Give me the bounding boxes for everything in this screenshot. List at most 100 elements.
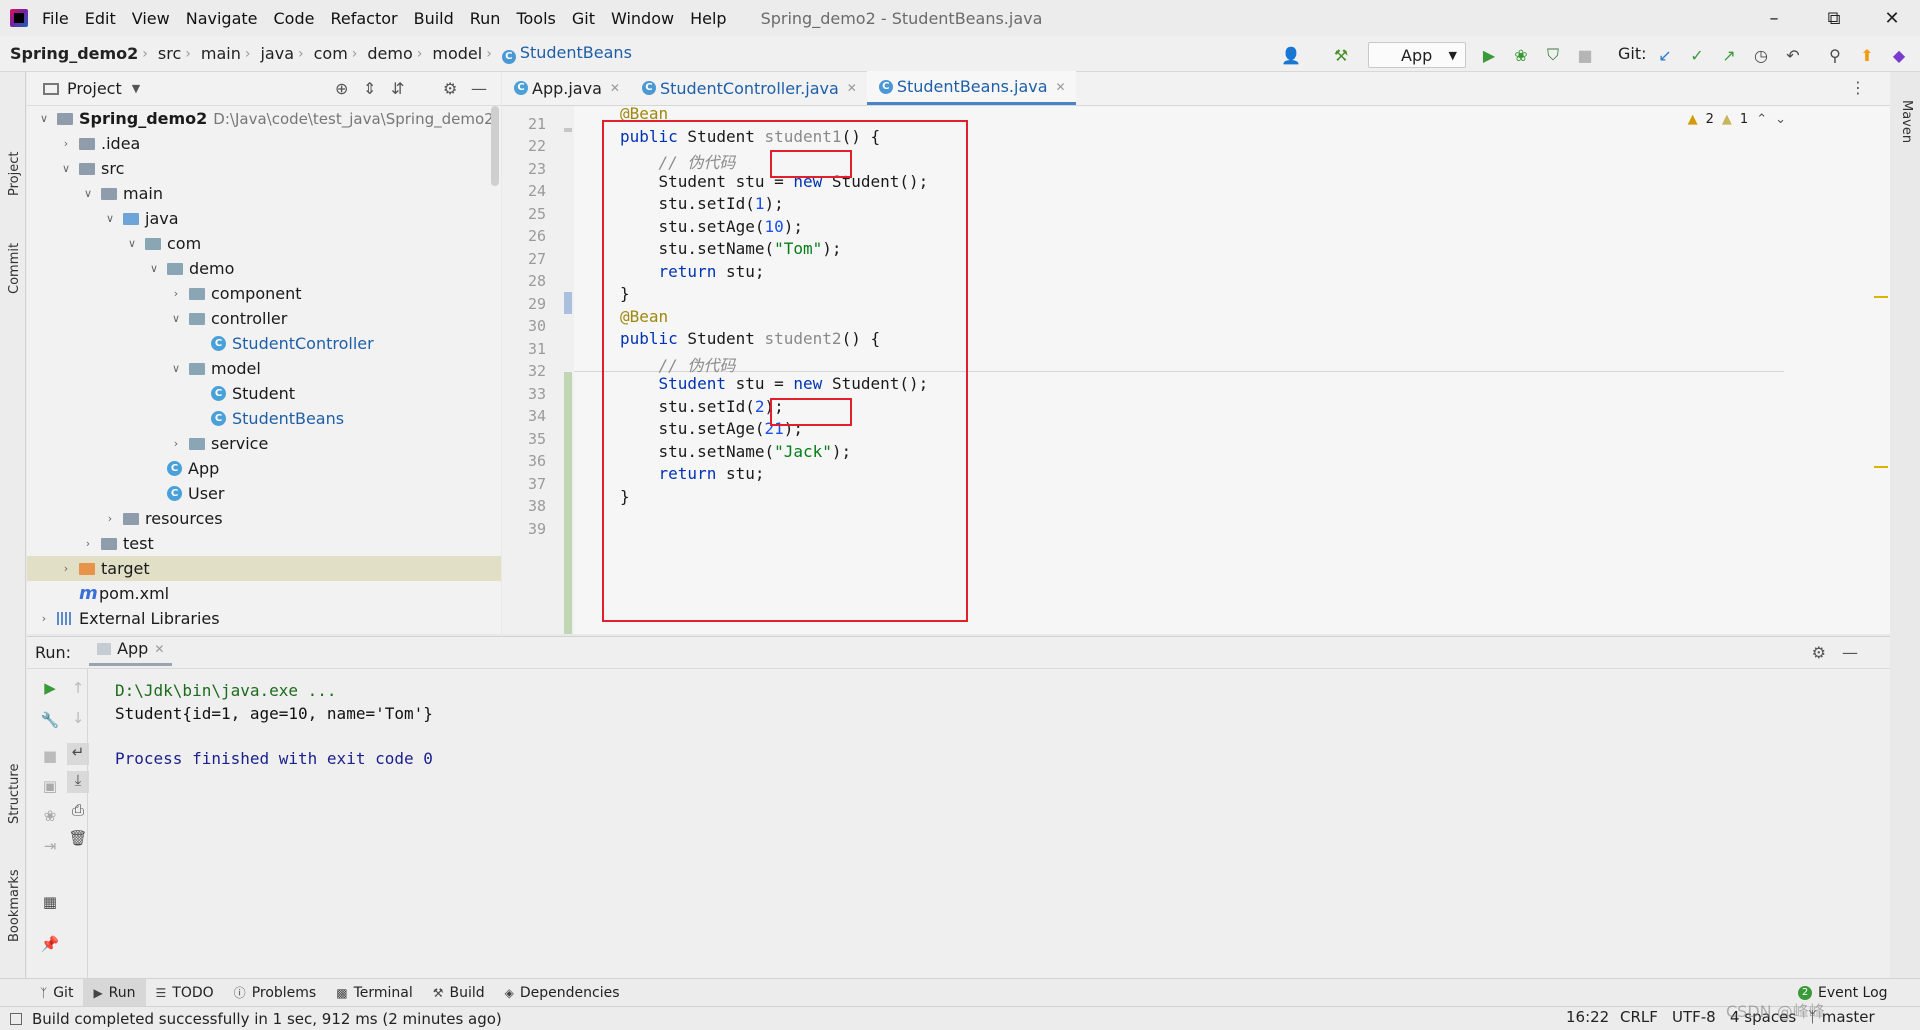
chevron-right-icon[interactable]: › xyxy=(37,612,51,625)
locate-icon[interactable]: ⊕ xyxy=(335,79,348,98)
bookmarks-tool-button[interactable]: Bookmarks xyxy=(7,869,22,942)
tree-item[interactable]: m pom.xml xyxy=(27,581,501,606)
tree-item[interactable]: C StudentBeans xyxy=(27,406,501,431)
layout-icon[interactable]: ▦ xyxy=(39,893,61,915)
down-arrow-icon[interactable]: ↓ xyxy=(67,709,89,731)
print-icon[interactable]: ⎙ xyxy=(67,801,89,823)
error-stripe-mark[interactable] xyxy=(1874,296,1888,298)
tree-item[interactable]: › service xyxy=(27,431,501,456)
scroll-to-end-icon[interactable]: ⤓ xyxy=(67,771,89,793)
expand-all-icon[interactable]: ⇕ xyxy=(363,79,376,98)
run-tool-button[interactable]: ▶ Run xyxy=(83,978,146,1007)
tree-item[interactable]: C App xyxy=(27,456,501,481)
coverage-icon[interactable]: ⛉ xyxy=(1542,44,1564,66)
menu-tools[interactable]: Tools xyxy=(516,9,555,28)
menu-code[interactable]: Code xyxy=(274,9,315,28)
tab-studentbeans-java[interactable]: C StudentBeans.java ✕ xyxy=(866,71,1076,105)
build-hammer-icon[interactable]: ⚒ xyxy=(1330,44,1352,66)
chevron-right-icon[interactable]: › xyxy=(103,512,117,525)
breadcrumb-model[interactable]: model xyxy=(422,44,486,63)
breadcrumb-project[interactable]: Spring_demo2 xyxy=(0,44,142,63)
tree-item[interactable]: › External Libraries xyxy=(27,606,501,631)
git-tool-button[interactable]: ᛉ Git xyxy=(30,979,83,1007)
tree-item[interactable]: ∨ com xyxy=(27,231,501,256)
run-configuration-select[interactable]: App ▼ xyxy=(1368,42,1466,68)
git-commit-icon[interactable]: ✓ xyxy=(1686,44,1708,66)
user-icon[interactable]: 👤 xyxy=(1280,44,1302,66)
tree-item[interactable]: ∨ main xyxy=(27,181,501,206)
close-icon[interactable]: ✕ xyxy=(1864,0,1920,36)
chevron-down-icon[interactable]: ∨ xyxy=(169,312,183,325)
tree-scrollbar[interactable] xyxy=(491,106,499,186)
todo-tool-button[interactable]: ☰ TODO xyxy=(146,979,224,1007)
breadcrumb-main[interactable]: main xyxy=(191,44,245,63)
project-tool-button[interactable]: Project xyxy=(7,152,22,196)
commit-tool-button[interactable]: Commit xyxy=(7,243,22,294)
tree-item[interactable]: ∨ controller xyxy=(27,306,501,331)
close-tab-icon[interactable]: ✕ xyxy=(154,642,164,656)
menu-refactor[interactable]: Refactor xyxy=(330,9,397,28)
chevron-right-icon[interactable]: › xyxy=(59,137,73,150)
chevron-right-icon[interactable]: › xyxy=(169,437,183,450)
restore-icon[interactable]: ⧉ xyxy=(1806,0,1862,36)
chevron-right-icon[interactable]: › xyxy=(59,562,73,575)
chevron-down-icon[interactable]: ∨ xyxy=(125,237,139,250)
hide-panel-icon[interactable]: — xyxy=(471,79,487,98)
tree-item[interactable]: › target xyxy=(27,556,501,581)
close-tab-icon[interactable]: ✕ xyxy=(847,81,857,95)
tree-item[interactable]: › .idea xyxy=(27,131,501,156)
wrench-icon[interactable]: 🔧 xyxy=(39,711,61,733)
chevron-down-icon[interactable]: ⌄ xyxy=(1775,112,1786,127)
line-separator[interactable]: CRLF xyxy=(1620,1008,1658,1026)
tree-item[interactable]: C StudentController xyxy=(27,331,501,356)
chevron-right-icon[interactable]: › xyxy=(81,537,95,550)
caret-position[interactable]: 16:22 xyxy=(1566,1008,1609,1026)
tree-item[interactable]: › test xyxy=(27,531,501,556)
rerun-icon[interactable]: ▶ xyxy=(39,679,61,701)
breadcrumb-file[interactable]: C StudentBeans xyxy=(492,43,636,64)
pin-icon[interactable]: 📌 xyxy=(39,935,61,957)
inspection-widget[interactable]: ▲ 2 ▲ 1 ⌃ ⌄ xyxy=(1688,112,1786,127)
update-icon[interactable]: ⬆ xyxy=(1856,44,1878,66)
close-tab-icon[interactable]: ✕ xyxy=(1056,80,1066,94)
exit-icon[interactable]: ⇥ xyxy=(39,837,61,859)
menu-edit[interactable]: Edit xyxy=(85,9,116,28)
chevron-down-icon[interactable]: ∨ xyxy=(81,187,95,200)
search-icon[interactable]: ⚲ xyxy=(1824,44,1846,66)
tab-studentcontroller-java[interactable]: C StudentController.java ✕ xyxy=(630,71,867,105)
code-editor[interactable]: 2021222324252627282930313233343536373839… xyxy=(502,106,1890,634)
menu-file[interactable]: File xyxy=(42,9,69,28)
run-tab-app[interactable]: App ✕ xyxy=(89,639,173,666)
error-stripe-mark[interactable] xyxy=(1874,466,1888,468)
more-tabs-icon[interactable]: ⋮ xyxy=(1850,78,1866,97)
tree-item[interactable]: › resources xyxy=(27,506,501,531)
menu-run[interactable]: Run xyxy=(470,9,501,28)
terminal-tool-button[interactable]: ▩ Terminal xyxy=(326,979,423,1007)
debug-off-icon[interactable]: ❀ xyxy=(39,807,61,829)
toolbox-icon[interactable]: ◆ xyxy=(1888,44,1910,66)
menu-build[interactable]: Build xyxy=(414,9,454,28)
chevron-down-icon[interactable]: ▼ xyxy=(132,82,140,95)
tree-item[interactable]: C User xyxy=(27,481,501,506)
breadcrumb-demo[interactable]: demo xyxy=(357,44,416,63)
git-push-icon[interactable]: ↗ xyxy=(1718,44,1740,66)
hide-panel-icon[interactable]: — xyxy=(1842,643,1858,662)
menu-help[interactable]: Help xyxy=(690,9,726,28)
rollback-icon[interactable]: ↶ xyxy=(1782,44,1804,66)
status-message[interactable]: Build completed successfully in 1 sec, 9… xyxy=(32,1010,502,1028)
menu-git[interactable]: Git xyxy=(572,9,595,28)
chevron-up-icon[interactable]: ⌃ xyxy=(1756,112,1767,127)
chevron-down-icon[interactable]: ∨ xyxy=(169,362,183,375)
camera-icon[interactable]: ▣ xyxy=(39,777,61,799)
project-panel-title[interactable]: Project xyxy=(67,79,122,98)
minimize-icon[interactable]: – xyxy=(1746,0,1802,36)
tree-item[interactable]: ∨ demo xyxy=(27,256,501,281)
menu-navigate[interactable]: Navigate xyxy=(186,9,258,28)
tree-root[interactable]: ∨ Spring_demo2 D:\Java\code\test_java\Sp… xyxy=(27,106,501,131)
tree-item[interactable]: ∨ java xyxy=(27,206,501,231)
menu-window[interactable]: Window xyxy=(611,9,674,28)
dependencies-tool-button[interactable]: ◈ Dependencies xyxy=(495,979,630,1007)
tree-item[interactable]: ∨ model xyxy=(27,356,501,381)
stop-icon[interactable]: ■ xyxy=(39,747,61,769)
status-toggle-icon[interactable] xyxy=(10,1012,22,1025)
